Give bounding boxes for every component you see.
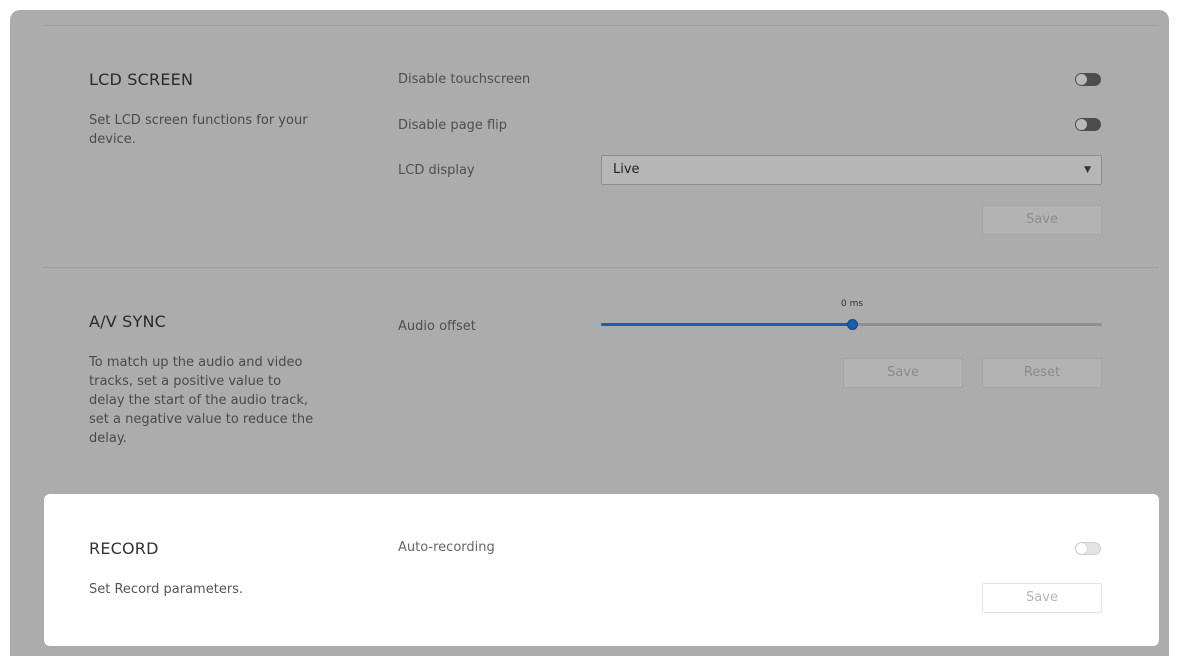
disable-touchscreen-label: Disable touchscreen: [398, 72, 531, 87]
disable-page-flip-label: Disable page flip: [398, 118, 508, 133]
toggle-knob: [1076, 74, 1087, 85]
record-save-button[interactable]: Save: [982, 583, 1102, 613]
disable-touchscreen-toggle[interactable]: [1075, 73, 1101, 86]
slider-thumb[interactable]: [847, 319, 858, 330]
av-sync-section-description: To match up the audio and video tracks, …: [89, 355, 314, 446]
lcd-section-description: Set LCD screen functions for your device…: [89, 113, 308, 147]
lcd-display-select[interactable]: Live ▼: [601, 155, 1102, 185]
lcd-av-divider: [43, 267, 1159, 268]
av-sync-section-title: A/V SYNC: [89, 312, 167, 331]
toggle-knob: [1076, 543, 1087, 554]
lcd-display-selected-value: Live: [613, 162, 640, 177]
lcd-display-label: LCD display: [398, 163, 475, 178]
audio-offset-label: Audio offset: [398, 319, 476, 334]
top-divider: [43, 25, 1159, 26]
disable-page-flip-toggle[interactable]: [1075, 118, 1101, 131]
av-sync-reset-button[interactable]: Reset: [982, 358, 1102, 388]
audio-offset-value: 0 ms: [840, 299, 864, 309]
audio-offset-slider[interactable]: 0 ms: [601, 299, 1102, 330]
caret-down-icon: ▼: [1084, 165, 1091, 175]
av-sync-save-button[interactable]: Save: [843, 358, 963, 388]
auto-recording-toggle[interactable]: [1075, 542, 1101, 555]
record-section-card: RECORD Set Record parameters. Auto-recor…: [44, 494, 1159, 646]
record-section-description: Set Record parameters.: [89, 582, 244, 597]
toggle-knob: [1076, 119, 1087, 130]
slider-fill: [601, 323, 852, 326]
auto-recording-label: Auto-recording: [398, 540, 495, 555]
lcd-save-button[interactable]: Save: [982, 205, 1102, 235]
record-section-title: RECORD: [89, 539, 159, 558]
lcd-section-title: LCD SCREEN: [89, 70, 194, 89]
